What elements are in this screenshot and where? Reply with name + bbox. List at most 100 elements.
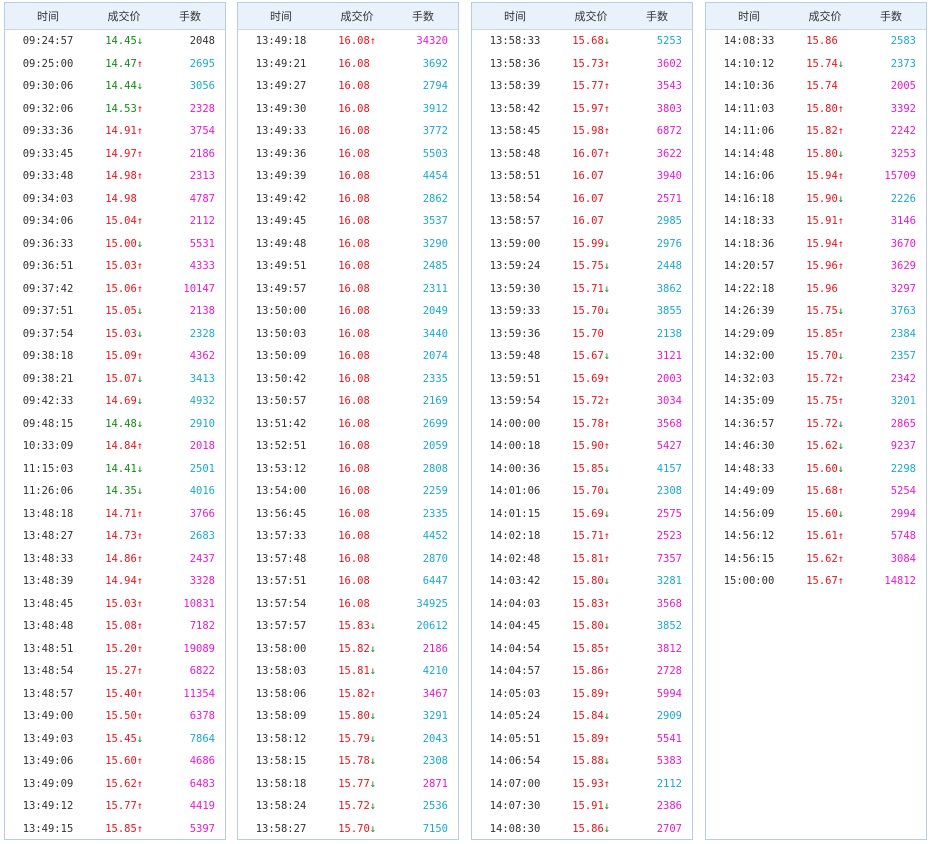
trade-time: 09:30:06 bbox=[22, 80, 74, 93]
trade-volume: 2683 bbox=[189, 530, 215, 543]
trade-volume: 2707 bbox=[656, 822, 682, 835]
arrow-down-icon: ↓ bbox=[837, 192, 845, 205]
trade-volume: 3568 bbox=[656, 417, 682, 430]
arrow-up-icon: ↑ bbox=[136, 260, 144, 273]
trade-row: 09:48:15 14.48↓ 2910 bbox=[5, 413, 225, 436]
trade-price: 15.80↓ bbox=[792, 148, 862, 160]
trade-row: 09:33:36 14.91↑ 3754 bbox=[5, 120, 225, 143]
trade-row: 09:34:06 15.04↑ 2112 bbox=[5, 210, 225, 233]
trade-time: 13:58:12 bbox=[255, 732, 307, 745]
trade-row: 14:20:57 15.96↑ 3629 bbox=[706, 255, 926, 278]
trade-row: 13:48:27 14.73↑ 2683 bbox=[5, 525, 225, 548]
arrow-up-icon: ↑ bbox=[603, 687, 611, 700]
trade-volume: 2226 bbox=[890, 192, 916, 205]
trade-row: 14:00:18 15.90↑ 5427 bbox=[472, 435, 692, 458]
price-header: 成交价 bbox=[107, 10, 141, 23]
trade-row: 13:58:54 16.07 2571 bbox=[472, 188, 692, 211]
trade-volume: 2308 bbox=[422, 755, 448, 768]
trade-price: 15.94↑ bbox=[792, 170, 862, 182]
trade-price: 15.91↑ bbox=[792, 215, 862, 227]
trade-price: 16.08 bbox=[338, 327, 370, 340]
trade-price: 15.80↓ bbox=[558, 575, 628, 587]
trade-row: 14:08:30 15.86↓ 2707 bbox=[472, 818, 692, 841]
trade-row: 11:26:06 14.35↓ 4016 bbox=[5, 480, 225, 503]
trade-row: 13:58:03 15.81↓ 4210 bbox=[238, 660, 458, 683]
trade-row: 13:48:45 15.03↑ 10831 bbox=[5, 593, 225, 616]
trade-volume: 3766 bbox=[189, 507, 215, 520]
trade-price: 15.69↓ bbox=[558, 508, 628, 520]
trade-time: 13:49:27 bbox=[255, 80, 307, 93]
trade-price: 15.85↓ bbox=[558, 463, 628, 475]
trade-price: 15.83↑ bbox=[558, 598, 628, 610]
arrow-up-icon: ↑ bbox=[136, 755, 144, 768]
trade-time: 14:00:36 bbox=[489, 462, 541, 475]
arrow-down-icon: ↓ bbox=[136, 327, 144, 340]
trade-time: 13:58:09 bbox=[255, 710, 307, 723]
trade-price: 15.82↑ bbox=[792, 125, 862, 137]
trade-row: 13:58:45 15.98↑ 6872 bbox=[472, 120, 692, 143]
trade-row: 09:37:54 15.03↓ 2328 bbox=[5, 323, 225, 346]
arrow-down-icon: ↓ bbox=[603, 260, 611, 273]
trade-price: 16.08 bbox=[338, 350, 370, 363]
trade-row: 09:42:33 14.69↓ 4932 bbox=[5, 390, 225, 413]
trade-row: 14:05:51 15.89↑ 5541 bbox=[472, 728, 692, 751]
arrow-down-icon: ↓ bbox=[603, 507, 611, 520]
price-header: 成交价 bbox=[808, 10, 842, 23]
arrow-up-icon: ↑ bbox=[136, 620, 144, 633]
trade-volume: 2448 bbox=[656, 260, 682, 273]
trade-volume: 2575 bbox=[656, 507, 682, 520]
trade-price: 15.80↓ bbox=[324, 710, 394, 722]
trade-row: 13:59:00 15.99↓ 2976 bbox=[472, 233, 692, 256]
trade-row: 13:51:42 16.08 2699 bbox=[238, 413, 458, 436]
trade-row: 13:59:51 15.69↑ 2003 bbox=[472, 368, 692, 391]
trade-time: 14:56:09 bbox=[723, 507, 775, 520]
arrow-up-icon: ↑ bbox=[603, 552, 611, 565]
trade-time: 13:57:48 bbox=[255, 552, 307, 565]
arrow-down-icon: ↓ bbox=[136, 485, 144, 498]
trade-price: 15.74↓ bbox=[792, 58, 862, 70]
trade-price: 16.08 bbox=[338, 395, 370, 408]
trade-row: 14:29:09 15.85↑ 2384 bbox=[706, 323, 926, 346]
trade-volume: 5254 bbox=[890, 485, 916, 498]
trade-volume: 3056 bbox=[189, 80, 215, 93]
trade-volume: 5541 bbox=[656, 732, 682, 745]
trade-list: 14:08:33 15.86 2583 14:10:12 15.74↓ 2373 14:10… bbox=[706, 30, 926, 593]
trade-time: 09:24:57 bbox=[22, 35, 74, 48]
trade-time: 09:34:03 bbox=[22, 192, 74, 205]
trade-row: 13:48:39 14.94↑ 3328 bbox=[5, 570, 225, 593]
trade-volume: 10831 bbox=[183, 597, 215, 610]
trade-row: 13:49:57 16.08 2311 bbox=[238, 278, 458, 301]
trade-row: 09:33:45 14.97↑ 2186 bbox=[5, 143, 225, 166]
trade-time: 13:58:18 bbox=[255, 777, 307, 790]
arrow-up-icon: ↑ bbox=[136, 777, 144, 790]
arrow-down-icon: ↓ bbox=[136, 80, 144, 93]
trade-volume: 2386 bbox=[656, 800, 682, 813]
trade-volume: 2485 bbox=[422, 260, 448, 273]
trade-price: 15.83↓ bbox=[324, 620, 394, 632]
trade-time: 14:18:36 bbox=[723, 237, 775, 250]
arrow-down-icon: ↓ bbox=[837, 417, 845, 430]
trade-price: 16.07↑ bbox=[558, 148, 628, 160]
trade-row: 14:11:03 15.80↑ 3392 bbox=[706, 98, 926, 121]
trade-volume: 6447 bbox=[422, 575, 448, 588]
trade-time: 14:04:57 bbox=[489, 665, 541, 678]
trade-price: 16.08 bbox=[338, 237, 370, 250]
trade-price: 16.08 bbox=[338, 507, 370, 520]
trade-price: 15.75↑ bbox=[792, 395, 862, 407]
arrow-down-icon: ↓ bbox=[603, 485, 611, 498]
trade-time: 13:58:00 bbox=[255, 642, 307, 655]
trade-row: 09:37:42 15.06↑ 10147 bbox=[5, 278, 225, 301]
trade-time: 13:51:42 bbox=[255, 417, 307, 430]
trade-price: 15.89↑ bbox=[558, 733, 628, 745]
trade-row: 14:04:03 15.83↑ 3568 bbox=[472, 593, 692, 616]
trade-price: 15.27↑ bbox=[91, 665, 161, 677]
arrow-down-icon: ↓ bbox=[136, 305, 144, 318]
trade-list: 13:58:33 15.68↓ 5253 13:58:36 15.73↑ 3602 13:5… bbox=[472, 30, 692, 840]
trade-row: 13:58:48 16.07↑ 3622 bbox=[472, 143, 692, 166]
arrow-down-icon: ↓ bbox=[603, 462, 611, 475]
trade-time: 13:58:45 bbox=[489, 125, 541, 138]
trade-time: 14:08:33 bbox=[723, 35, 775, 48]
trade-row: 13:49:06 15.60↑ 4686 bbox=[5, 750, 225, 773]
trade-price: 15.99↓ bbox=[558, 238, 628, 250]
arrow-up-icon: ↑ bbox=[136, 552, 144, 565]
